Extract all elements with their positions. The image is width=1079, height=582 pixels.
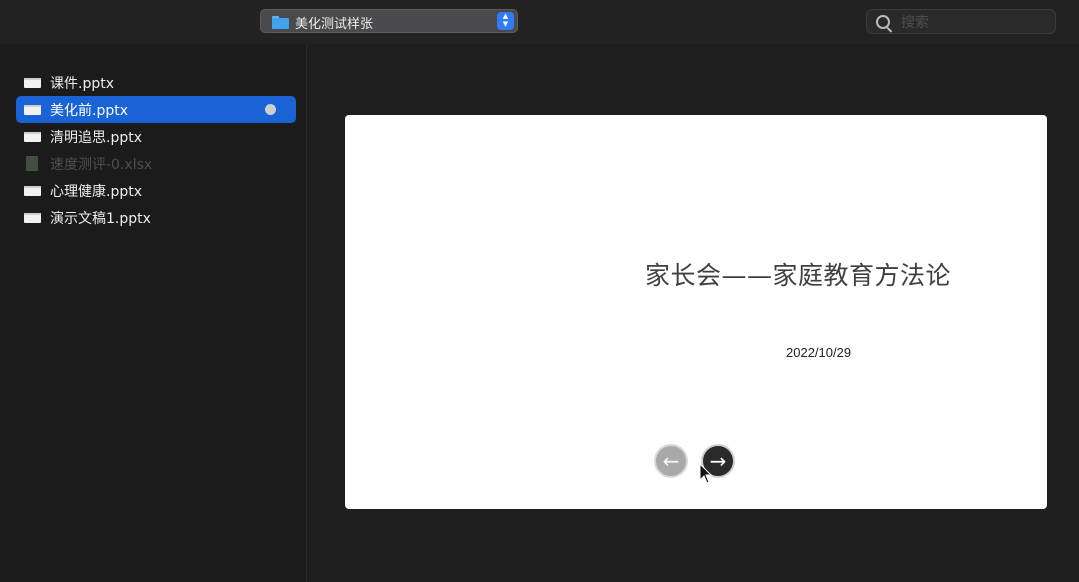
- file-name: 课件.pptx: [50, 76, 114, 92]
- pptx-file-icon: [24, 186, 41, 196]
- file-item-xinli[interactable]: 心理健康.pptx: [16, 177, 296, 204]
- location-popup-button[interactable]: 美化测试样张 ▲ ▼: [260, 9, 518, 33]
- file-item-qingming[interactable]: 清明追思.pptx: [16, 123, 296, 150]
- search-input[interactable]: [899, 13, 1048, 32]
- folder-icon: [272, 16, 289, 29]
- pptx-file-icon: [24, 132, 41, 142]
- arrow-left-icon: ←: [662, 449, 680, 473]
- pptx-file-icon: [24, 213, 41, 223]
- file-item-sudu-xlsx: 速度测评-0.xlsx: [16, 150, 296, 177]
- slide-date: 2022/10/29: [786, 345, 852, 360]
- xlsx-file-icon: [26, 156, 38, 171]
- chevron-down-icon: ▼: [502, 20, 509, 28]
- mouse-pointer-icon: [699, 463, 713, 484]
- file-name: 速度测评-0.xlsx: [50, 157, 153, 173]
- pptx-file-icon: [24, 78, 41, 88]
- up-down-chevron-icon[interactable]: ▲ ▼: [497, 12, 514, 30]
- previous-slide-button[interactable]: ←: [654, 444, 688, 478]
- chevron-up-icon: ▲: [502, 12, 509, 20]
- pptx-file-icon: [24, 105, 41, 115]
- file-list: 课件.pptx 美化前.pptx 清明追思.pptx 速度测评-0.xlsx 心…: [16, 69, 296, 231]
- file-name: 美化前.pptx: [50, 103, 128, 119]
- file-item-yanshi[interactable]: 演示文稿1.pptx: [16, 204, 296, 231]
- file-item-meihuaqian[interactable]: 美化前.pptx: [16, 96, 296, 123]
- status-dot-icon: [265, 104, 276, 115]
- search-icon: [876, 15, 890, 29]
- location-label: 美化测试样张: [295, 17, 374, 32]
- search-field[interactable]: [866, 9, 1056, 34]
- toolbar: 美化测试样张 ▲ ▼: [0, 0, 1079, 44]
- slide-title: 家长会——家庭教育方法论: [645, 261, 952, 290]
- file-name: 心理健康.pptx: [50, 184, 142, 200]
- file-name: 清明追思.pptx: [50, 130, 142, 146]
- file-item-kejian[interactable]: 课件.pptx: [16, 69, 296, 96]
- slide-preview: 家长会——家庭教育方法论 2022/10/29 ← →: [345, 115, 1047, 509]
- file-name: 演示文稿1.pptx: [50, 211, 151, 227]
- file-sidebar: 课件.pptx 美化前.pptx 清明追思.pptx 速度测评-0.xlsx 心…: [0, 44, 307, 582]
